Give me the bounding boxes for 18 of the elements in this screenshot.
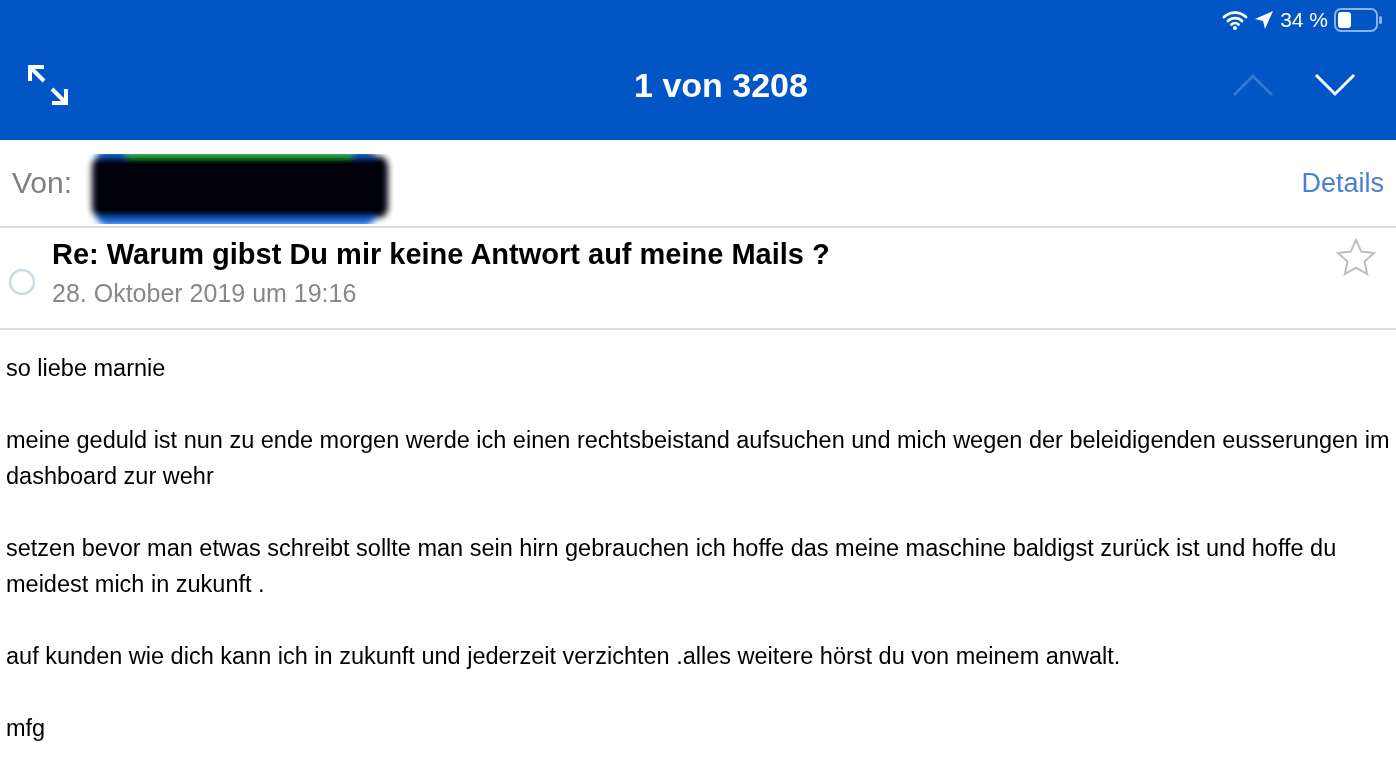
body-paragraph: setzen bevor man etwas schreibt sollte man sein hirn gebrauchen ich hoffe das meine maschine baldigst zurück ist und hoffe du meidest mich in zukunft .: [6, 534, 1338, 599]
read-status-icon[interactable]: [8, 268, 36, 296]
body-paragraph: so liebe marnie: [6, 354, 167, 383]
email-subject: Re: Warum gibst Du mir keine Antwort auf meine Mails ?: [52, 238, 831, 271]
details-link[interactable]: Details: [1301, 167, 1384, 199]
expand-button[interactable]: [26, 63, 70, 107]
body-paragraph: meine geduld ist nun zu ende morgen werde ich einen rechtsbeistand aufsuchen und mich wegen der beleidigenden eusserungen im dashboard zur wehr: [6, 426, 1390, 491]
body-paragraph: mfg: [6, 714, 47, 743]
from-label: Von:: [12, 166, 73, 200]
next-message-button[interactable]: [1314, 73, 1356, 97]
battery-percentage: 34 %: [1280, 8, 1328, 32]
location-arrow-icon: [1254, 10, 1275, 30]
body-paragraph: auf kunden wie dich kann ich in zukunft und jederzeit verzichten .alles weitere hörst du von meinem anwalt.: [6, 642, 1122, 671]
wifi-icon: [1222, 10, 1249, 30]
message-counter: 1 von 3208: [633, 65, 809, 105]
star-icon[interactable]: [1336, 238, 1376, 276]
email-date: 28. Oktober 2019 um 19:16: [52, 279, 358, 308]
battery-icon: [1334, 8, 1382, 32]
